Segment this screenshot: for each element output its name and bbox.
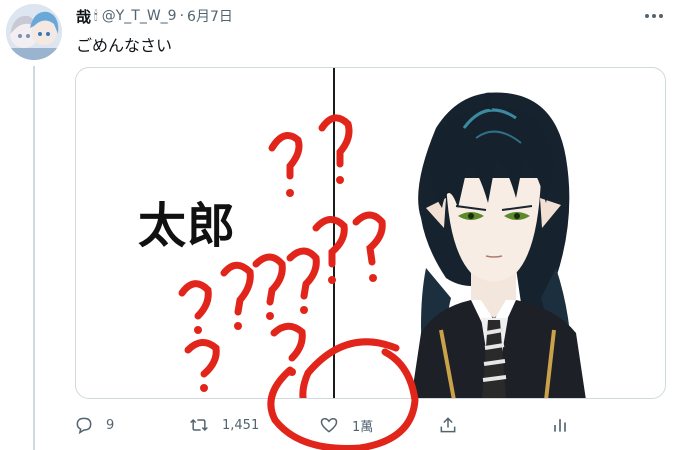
- more-options-icon[interactable]: [642, 6, 666, 26]
- thread-line: [33, 66, 35, 450]
- reply-count: 9: [106, 417, 115, 433]
- avatar[interactable]: [6, 4, 62, 60]
- reply-icon: [76, 417, 92, 435]
- tweet-media[interactable]: 太郎: [75, 67, 666, 399]
- like-count: 1萬: [352, 419, 374, 435]
- author-handle[interactable]: @Y_T_W_9: [102, 8, 177, 24]
- analytics-icon: [554, 419, 566, 432]
- retweet-button[interactable]: 1,451: [188, 410, 259, 440]
- red-question-marks: [178, 114, 400, 398]
- retweet-icon: [190, 418, 208, 432]
- heart-icon: [320, 417, 338, 433]
- candle-emoji: 🕯: [94, 8, 98, 24]
- header-separator: ·: [179, 8, 185, 24]
- author-name[interactable]: 哉: [76, 6, 91, 27]
- tweet-actions-bar: 9 1,451 1萬: [66, 410, 586, 440]
- analytics-button[interactable]: [550, 410, 570, 440]
- avatar-image: [6, 4, 62, 60]
- tweet-header: 哉 🕯 @Y_T_W_9 · 6月7日: [76, 6, 233, 26]
- reply-button[interactable]: 9: [74, 410, 114, 440]
- retweet-count: 1,451: [222, 417, 260, 433]
- tweet-date[interactable]: 6月7日: [187, 6, 233, 26]
- share-button[interactable]: [438, 410, 458, 440]
- share-icon: [440, 417, 456, 433]
- tweet-text: ごめんなさい: [76, 36, 173, 55]
- like-button[interactable]: 1萬: [318, 410, 373, 440]
